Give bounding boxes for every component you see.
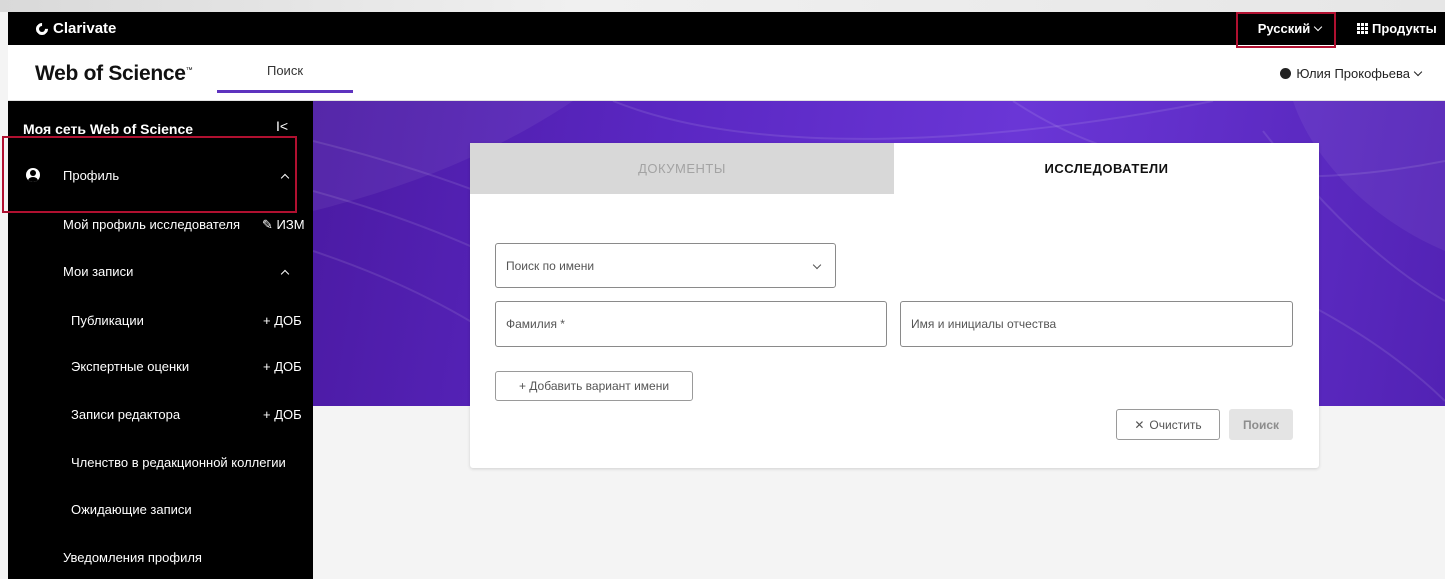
active-tab-indicator xyxy=(217,90,353,93)
sidebar-item-label: Профиль xyxy=(63,168,120,183)
sidebar-item-publications[interactable]: Публикации xyxy=(71,313,144,328)
sidebar-item-peer-reviews[interactable]: Экспертные оценки xyxy=(71,359,189,374)
edit-profile-button[interactable]: ✎ ИЗМ xyxy=(262,217,305,233)
add-editor-record-button[interactable]: + ДОБ xyxy=(263,407,302,422)
top-bar: Clarivate Русский Продукты xyxy=(8,12,1445,45)
clear-button[interactable]: ✕ Очистить xyxy=(1116,409,1220,440)
sidebar-item-editorial-board[interactable]: Членство в редакционной коллегии xyxy=(71,455,286,470)
browser-top-strip xyxy=(0,0,1445,12)
product-navbar: Web of Science™ Поиск Юлия Прокофьева xyxy=(8,45,1445,101)
tab-documents[interactable]: ДОКУМЕНТЫ xyxy=(470,143,894,194)
close-icon: ✕ xyxy=(1134,417,1145,432)
user-name: Юлия Прокофьева xyxy=(1296,66,1410,81)
last-name-field[interactable]: Фамилия * xyxy=(495,301,887,347)
tab-researchers[interactable]: ИССЛЕДОВАТЕЛИ xyxy=(894,143,1319,194)
language-label: Русский xyxy=(1257,21,1311,36)
sidebar: Моя сеть Web of Science I< Профиль Мой п… xyxy=(8,101,313,579)
language-selector[interactable]: Русский xyxy=(1236,12,1343,45)
user-icon xyxy=(1280,68,1292,79)
chevron-up-icon[interactable] xyxy=(280,269,290,279)
brand-name: Clarivate xyxy=(53,20,117,37)
chevron-down-icon xyxy=(812,260,822,270)
search-button[interactable]: Поиск xyxy=(1229,409,1293,440)
sidebar-item-my-researcher-profile[interactable]: Мой профиль исследователя xyxy=(63,217,240,232)
add-peer-review-button[interactable]: + ДОБ xyxy=(263,359,302,374)
user-circle-icon xyxy=(26,168,40,182)
add-name-variant-button[interactable]: + Добавить вариант имени xyxy=(495,371,693,401)
trademark-mark: ™ xyxy=(185,67,193,74)
sidebar-item-editor-records[interactable]: Записи редактора xyxy=(71,407,180,422)
user-menu[interactable]: Юлия Прокофьева xyxy=(1280,66,1423,81)
last-name-placeholder: Фамилия * xyxy=(506,317,565,331)
pencil-icon: ✎ xyxy=(262,217,273,232)
grid-icon xyxy=(1357,23,1368,34)
edit-label: ИЗМ xyxy=(276,217,305,232)
collapse-sidebar-icon[interactable]: I< xyxy=(276,118,288,134)
add-publication-button[interactable]: + ДОБ xyxy=(263,313,302,328)
clarivate-logo-icon xyxy=(33,20,51,37)
sidebar-item-profile-notifications[interactable]: Уведомления профиля xyxy=(63,550,202,565)
search-by-value: Поиск по имени xyxy=(506,258,595,273)
search-by-select[interactable]: Поиск по имени xyxy=(495,243,836,288)
tab-search[interactable]: Поиск xyxy=(217,45,353,95)
chevron-down-icon xyxy=(1413,67,1423,76)
logo-text: Web of Science xyxy=(35,62,186,85)
sidebar-item-pending-records[interactable]: Ожидающие записи xyxy=(71,502,192,517)
web-of-science-logo[interactable]: Web of Science™ xyxy=(35,62,193,86)
chevron-up-icon xyxy=(280,173,290,183)
sidebar-item-profile[interactable]: Профиль xyxy=(8,151,313,199)
first-name-field[interactable]: Имя и инициалы отчества xyxy=(900,301,1293,347)
products-label: Продукты xyxy=(1372,21,1437,36)
chevron-down-icon xyxy=(1314,22,1323,31)
sidebar-item-my-records[interactable]: Мои записи xyxy=(63,264,133,279)
search-card: ДОКУМЕНТЫ ИССЛЕДОВАТЕЛИ Поиск по имени Ф… xyxy=(470,143,1319,468)
sidebar-heading: Моя сеть Web of Science xyxy=(23,121,194,137)
clear-label: Очистить xyxy=(1149,417,1202,432)
first-name-placeholder: Имя и инициалы отчества xyxy=(911,317,1057,331)
clarivate-logo[interactable]: Clarivate xyxy=(33,20,117,37)
products-menu-button[interactable]: Продукты xyxy=(1357,12,1437,45)
